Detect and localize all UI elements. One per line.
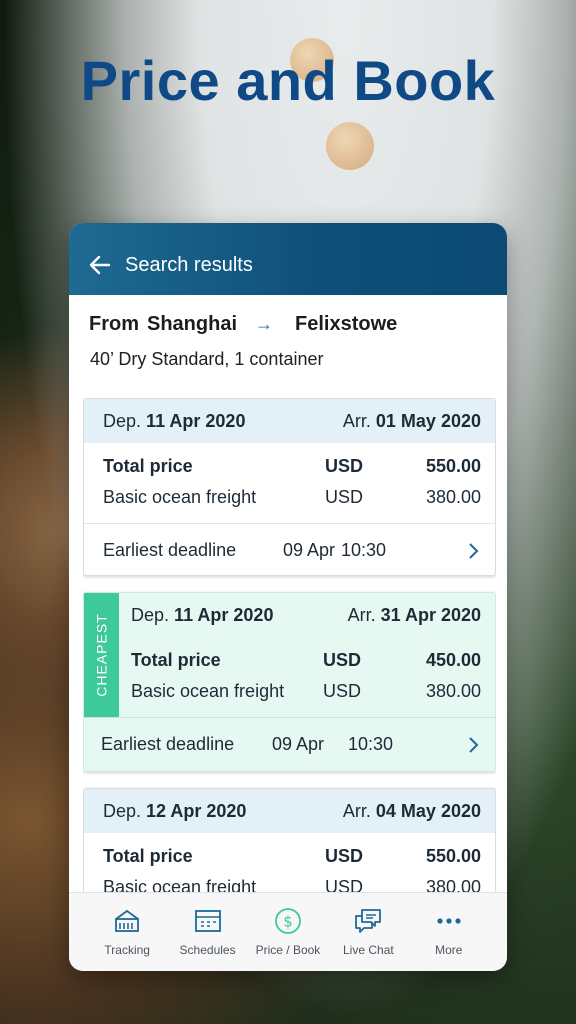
result-card[interactable]: Dep. 12 Apr 2020 Arr. 04 May 2020 Total … [83,788,496,892]
deadline-label: Earliest deadline [101,734,235,754]
tab-more[interactable]: More [410,893,488,971]
currency: USD [323,650,362,670]
chevron-right-icon[interactable] [465,736,481,754]
cheapest-top: CHEAPEST Dep. 11 Apr 2020 Arr. 31 Apr 20… [84,593,495,717]
schedules-icon [194,910,221,932]
currency: USD [323,681,362,701]
arrival-label: Arr. [347,604,376,625]
cheapest-badge-label: CHEAPEST [93,613,110,697]
departure: Dep. 11 Apr 2020 [131,605,273,626]
total-price-label: Total price [103,846,193,866]
arrival-date: 01 May 2020 [375,410,481,431]
deadline-row[interactable]: Earliest deadline 09 Apr 10:30 [84,717,495,771]
price-block: Total price USD 550.00 Basic ocean freig… [84,443,495,523]
schedule-row: Dep. 11 Apr 2020 Arr. 01 May 2020 [84,399,495,443]
departure-label: Dep. [103,800,142,821]
from-label: From [89,312,139,335]
arrival-date: 31 Apr 2020 [380,604,481,625]
chevron-right-icon[interactable] [465,542,481,560]
departure: Dep. 12 Apr 2020 [103,801,246,822]
departure: Dep. 11 Apr 2020 [103,411,245,432]
cheapest-details: Dep. 11 Apr 2020 Arr. 31 Apr 2020 Total … [119,593,495,717]
freight-label: Basic ocean freight [103,487,257,507]
tab-label: Live Chat [343,943,394,957]
freight-amount: 380.00 [425,487,481,507]
freight-label: Basic ocean freight [103,877,257,892]
tab-label: Tracking [104,943,150,957]
results-list[interactable]: Dep. 11 Apr 2020 Arr. 01 May 2020 Total … [83,398,496,892]
tab-price-book[interactable]: $ Price / Book [249,893,327,971]
arrival: Arr. 04 May 2020 [343,801,481,822]
currency: USD [325,456,364,476]
arrival: Arr. 01 May 2020 [343,411,481,432]
schedule-row: Dep. 12 Apr 2020 Arr. 04 May 2020 [84,789,495,833]
arrival-label: Arr. [342,410,371,431]
app-bar-title: Search results [125,253,253,276]
tab-schedules[interactable]: Schedules [169,893,247,971]
app-bar: Search results [69,223,507,295]
arrival: Arr. 31 Apr 2020 [348,605,481,626]
page-headline: Price and Book [80,49,496,112]
total-price-row: Total price USD 450.00 [131,645,481,676]
cheapest-badge: CHEAPEST [84,593,119,717]
result-card-cheapest[interactable]: CHEAPEST Dep. 11 Apr 2020 Arr. 31 Apr 20… [83,592,496,772]
tracking-icon [115,909,140,932]
tab-label: Schedules [179,943,236,957]
bottom-tab-bar: Tracking Schedules $ Price / Book Live C… [69,892,507,971]
freight-row: Basic ocean freight USD 380.00 [103,872,481,892]
currency: USD [325,487,364,507]
price-block: Total price USD 550.00 Basic ocean freig… [84,833,495,892]
freight-row: Basic ocean freight USD 380.00 [131,676,481,707]
freight-row: Basic ocean freight USD 380.00 [103,482,481,513]
total-price-label: Total price [103,456,193,476]
arrow-left-icon[interactable] [87,252,113,278]
freight-amount: 380.00 [425,877,481,892]
background-orange [326,122,374,170]
tab-tracking[interactable]: Tracking [88,893,166,971]
price-block: Total price USD 450.00 Basic ocean freig… [119,637,495,717]
departure-label: Dep. [103,410,142,431]
origin-port: Shanghai [147,312,238,335]
schedule-row: Dep. 11 Apr 2020 Arr. 31 Apr 2020 [119,593,495,637]
departure-label: Dep. [131,604,170,625]
departure-date: 12 Apr 2020 [146,800,247,821]
departure-date: 11 Apr 2020 [146,410,246,431]
total-price-amount: 450.00 [425,650,481,670]
dollar-icon: $ [275,908,301,934]
total-price-row: Total price USD 550.00 [103,841,481,872]
deadline-time: 10:30 [348,734,394,754]
arrival-date: 04 May 2020 [375,800,481,821]
phone-screen: Search results From Shanghai → Felixstow… [69,223,507,971]
deadline-date: 09 Apr [283,540,336,560]
tab-label: More [435,943,463,957]
deadline-time: 10:30 [341,540,387,560]
total-price-amount: 550.00 [425,846,481,866]
deadline-date: 09 Apr [272,734,325,754]
departure-date: 11 Apr 2020 [174,604,274,625]
destination-port: Felixstowe [295,312,398,335]
currency: USD [325,877,364,892]
more-icon [437,918,461,924]
currency: USD [325,846,364,866]
result-card[interactable]: Dep. 11 Apr 2020 Arr. 01 May 2020 Total … [83,398,496,576]
freight-amount: 380.00 [425,681,481,701]
cargo-description: 40’ Dry Standard, 1 container [90,349,324,369]
tab-live-chat[interactable]: Live Chat [329,893,407,971]
chat-icon [355,909,382,933]
arrival-label: Arr. [342,800,371,821]
total-price-row: Total price USD 550.00 [103,451,481,482]
total-price-amount: 550.00 [425,456,481,476]
svg-text:$: $ [283,913,293,931]
arrow-right-icon: → [255,313,274,334]
freight-label: Basic ocean freight [131,681,285,701]
tab-label: Price / Book [255,943,321,957]
deadline-row[interactable]: Earliest deadline 09 Apr 10:30 [84,523,495,577]
deadline-label: Earliest deadline [103,540,237,560]
route-summary: From Shanghai → Felixstowe [69,295,507,337]
total-price-label: Total price [131,650,221,670]
